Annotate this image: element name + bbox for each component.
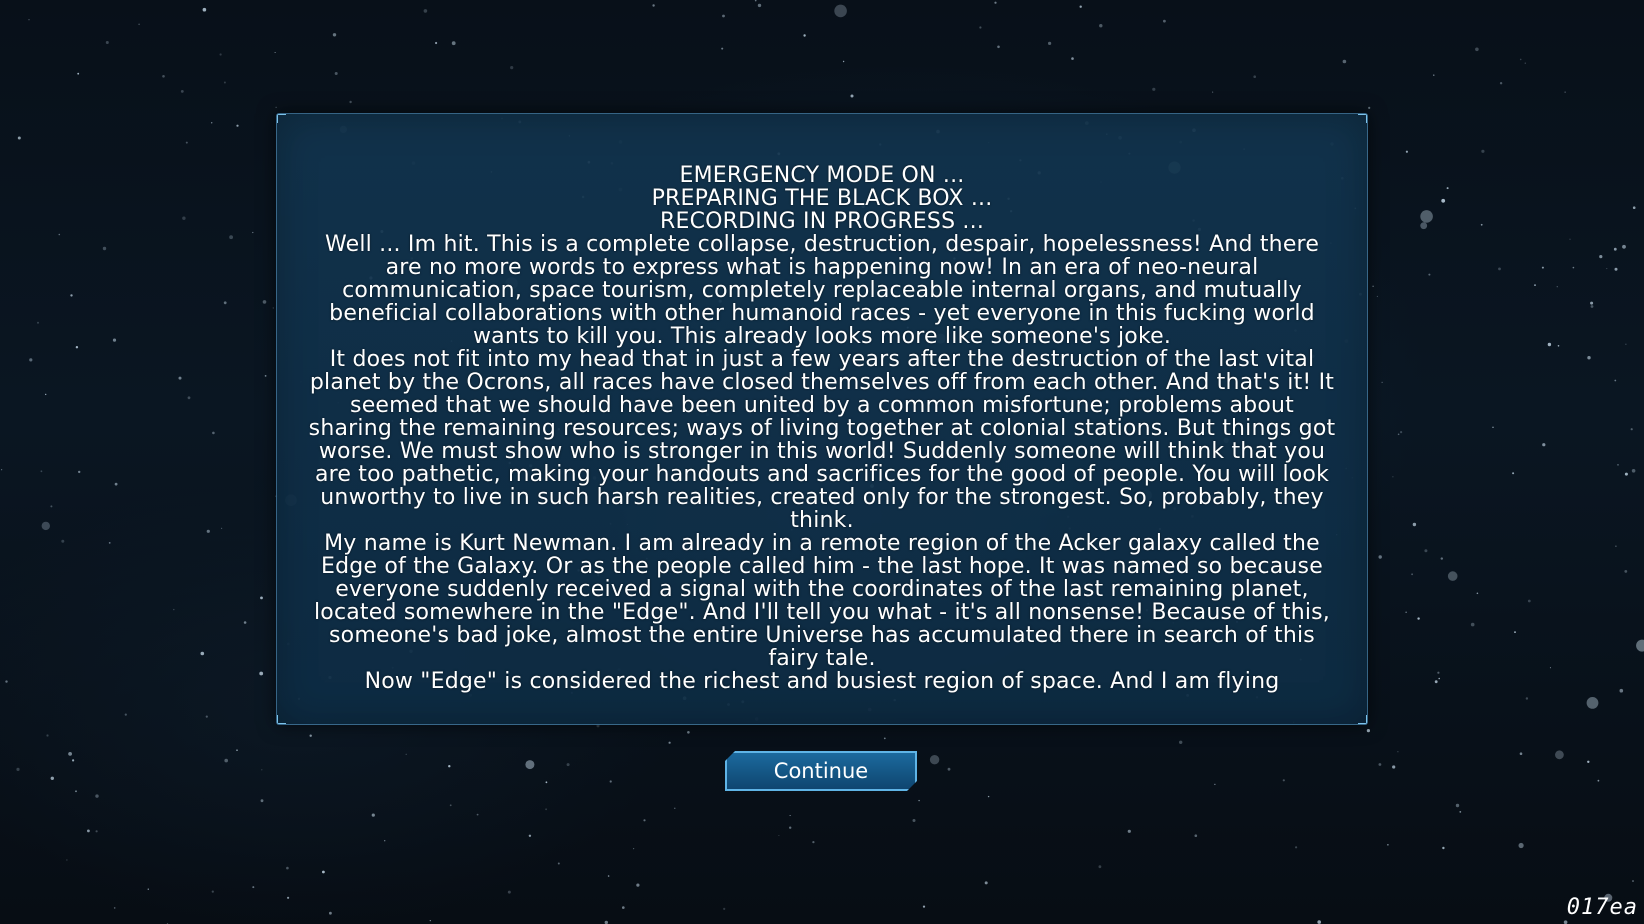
panel-corner-ornament [1358, 114, 1367, 123]
game-screen: EMERGENCY MODE ON ... PREPARING THE BLAC… [0, 0, 1644, 924]
continue-button[interactable]: Continue [725, 751, 917, 791]
log-paragraph: It does not fit into my head that in jus… [308, 347, 1336, 533]
version-tag: 017ea [1566, 895, 1638, 920]
status-line-black-box: PREPARING THE BLACK BOX ... [651, 186, 993, 211]
status-line-emergency: EMERGENCY MODE ON ... [679, 164, 965, 188]
log-text[interactable]: EMERGENCY MODE ON ... PREPARING THE BLAC… [307, 164, 1337, 724]
panel-corner-ornament [277, 114, 286, 123]
panel-corner-ornament [277, 715, 286, 724]
log-paragraph: Now "Edge" is considered the richest and… [364, 669, 1280, 694]
status-line-recording: RECORDING IN PROGRESS ... [659, 209, 985, 234]
panel-corner-ornament [1358, 715, 1367, 724]
black-box-log-panel[interactable]: EMERGENCY MODE ON ... PREPARING THE BLAC… [276, 113, 1368, 725]
log-paragraph: My name is Kurt Newman. I am already in … [313, 531, 1331, 671]
log-paragraph: Well ... Im hit. This is a complete coll… [324, 232, 1320, 349]
